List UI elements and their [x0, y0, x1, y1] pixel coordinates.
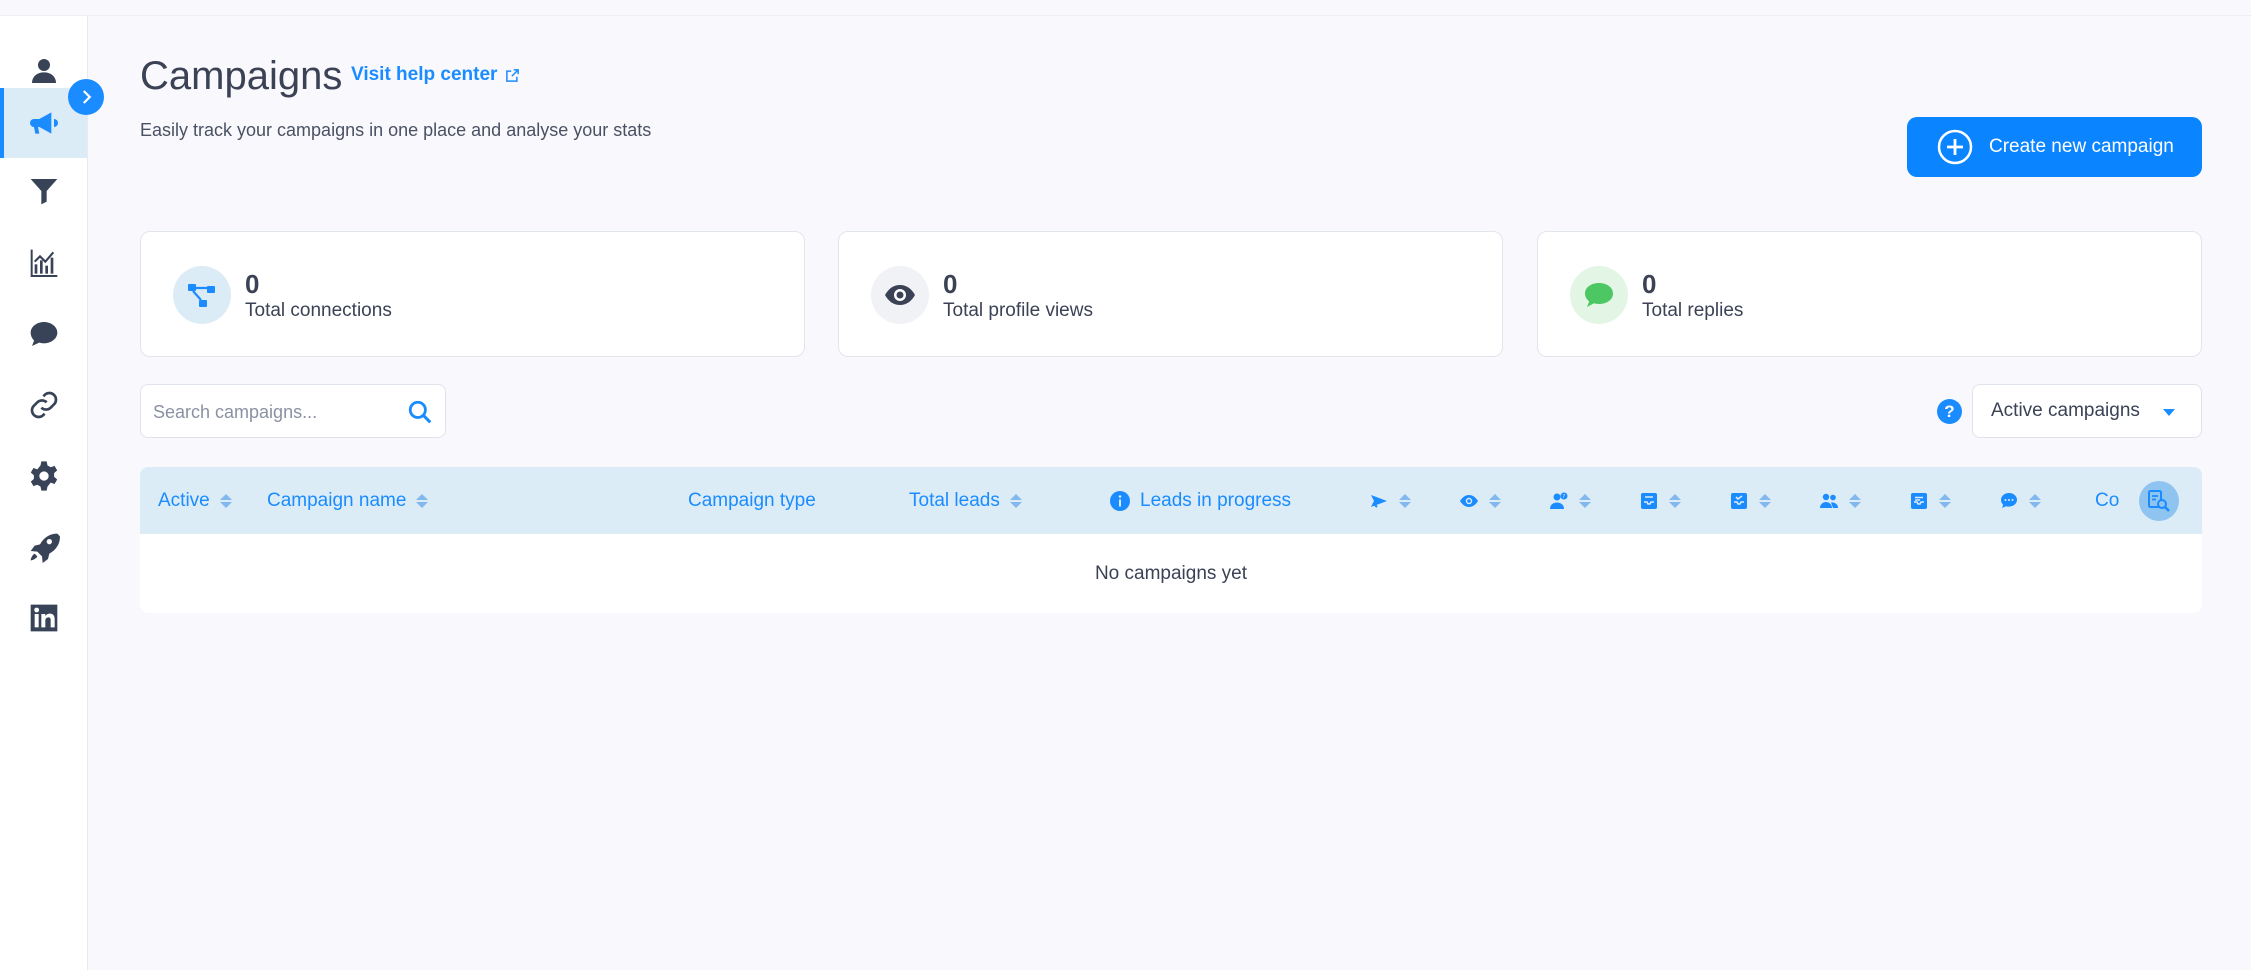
stat-icon-wrap: [1570, 266, 1628, 324]
svg-text:?: ?: [1562, 494, 1565, 500]
sidebar-item-linkedin[interactable]: [0, 583, 87, 653]
inbox-reply-icon: [1909, 491, 1929, 511]
send-icon: [1369, 491, 1389, 511]
speech-bubble-icon: [1585, 283, 1613, 307]
column-search-icon: [2148, 490, 2170, 512]
filter-icon: [30, 179, 57, 205]
chevron-right-icon: [82, 90, 92, 104]
table-empty-message: No campaigns yet: [1094, 562, 1248, 584]
column-label: Active: [158, 489, 210, 511]
users-icon: [1819, 491, 1839, 511]
column-label: Campaign name: [267, 489, 407, 511]
column-label: Leads in progress: [1140, 489, 1292, 511]
column-connections[interactable]: [1819, 467, 1861, 534]
sort-icon: [1009, 493, 1022, 508]
stat-icon-wrap: [173, 266, 231, 324]
sort-icon: [416, 493, 429, 508]
column-pending[interactable]: ?: [1549, 467, 1591, 534]
sidebar-item-messages[interactable]: [0, 299, 87, 369]
chat-icon: [1999, 491, 2019, 511]
linkedin-icon: [30, 604, 57, 632]
campaigns-table: Active Campaign name Campaign type Total…: [140, 467, 2202, 613]
sort-icon: [1579, 493, 1591, 508]
external-link-icon: [506, 68, 520, 82]
user-icon: [31, 59, 56, 83]
search-input[interactable]: [153, 397, 393, 427]
user-question-icon: ?: [1549, 491, 1569, 511]
column-label: Total leads: [909, 489, 1000, 511]
sort-icon: [1669, 493, 1681, 508]
column-sent[interactable]: [1369, 467, 1411, 534]
sort-icon: [2029, 493, 2041, 508]
search-icon[interactable]: [407, 399, 433, 425]
help-center-label: Visit help center: [351, 64, 498, 85]
sort-icon: [1849, 493, 1861, 508]
sidebar-expand-button[interactable]: [68, 79, 104, 115]
column-inbox-replies[interactable]: [1909, 467, 1951, 534]
table-header: Active Campaign name Campaign type Total…: [140, 467, 2202, 534]
page-subtitle: Easily track your campaigns in one place…: [140, 120, 652, 140]
page-title: Campaigns: [140, 54, 343, 98]
gear-icon: [30, 461, 57, 491]
sort-icon: [1399, 493, 1411, 508]
create-campaign-label: Create new campaign: [1989, 136, 2174, 157]
top-bar: [0, 0, 2251, 16]
column-replies[interactable]: [1999, 467, 2041, 534]
stat-card-profile-views: 0 Total profile views: [838, 231, 1503, 357]
column-truncated[interactable]: Co: [2095, 467, 2125, 534]
campaign-filter-value: Active campaigns: [1991, 400, 2140, 421]
sidebar-item-launch[interactable]: [0, 512, 87, 582]
stat-card-replies: 0 Total replies: [1537, 231, 2202, 357]
eye-icon: [1459, 491, 1479, 511]
stat-card-connections: 0 Total connections: [140, 231, 805, 357]
network-icon: [188, 284, 215, 307]
chat-icon: [30, 322, 57, 346]
column-views[interactable]: [1459, 467, 1501, 534]
link-icon: [30, 391, 57, 419]
column-campaign-name[interactable]: Campaign name: [267, 467, 429, 534]
search-box: [140, 384, 446, 438]
stat-value: 0: [1642, 269, 1657, 299]
create-campaign-button[interactable]: Create new campaign: [1907, 117, 2202, 177]
stat-label: Total replies: [1642, 300, 1744, 321]
stat-label: Total profile views: [943, 300, 1093, 321]
stat-value: 0: [245, 269, 260, 299]
column-inbox-accepted[interactable]: [1729, 467, 1771, 534]
column-total-leads[interactable]: Total leads: [909, 467, 1022, 534]
stat-icon-wrap: [871, 266, 929, 324]
inbox-check-icon: [1729, 491, 1749, 511]
megaphone-icon: [29, 112, 58, 134]
column-settings-button[interactable]: [2139, 481, 2179, 521]
sidebar-item-settings[interactable]: [0, 441, 87, 511]
column-active[interactable]: Active: [158, 467, 232, 534]
sidebar-item-filters[interactable]: [0, 156, 87, 226]
eye-icon: [885, 285, 915, 305]
plus-circle-icon: [1937, 129, 1973, 165]
campaign-filter-select[interactable]: Active campaigns: [1972, 384, 2202, 438]
sidebar-item-statistics[interactable]: [0, 228, 87, 298]
info-icon[interactable]: [1110, 490, 1130, 511]
rocket-icon: [30, 533, 60, 563]
inbox-icon: [1639, 491, 1659, 511]
help-center-link[interactable]: Visit help center: [351, 64, 520, 86]
filter-help-icon[interactable]: ?: [1937, 399, 1962, 424]
sort-icon: [219, 493, 232, 508]
chart-icon: [30, 249, 57, 277]
sort-icon: [1939, 493, 1951, 508]
stat-label: Total connections: [245, 300, 392, 321]
column-leads-in-progress[interactable]: Leads in progress: [1110, 467, 1291, 534]
chevron-down-icon: [2163, 409, 2175, 416]
sidebar: [0, 16, 88, 970]
stat-value: 0: [943, 269, 958, 299]
sidebar-item-links[interactable]: [0, 370, 87, 440]
column-campaign-type: Campaign type: [688, 467, 816, 534]
column-label: Campaign type: [688, 489, 816, 511]
column-inbox[interactable]: [1639, 467, 1681, 534]
sort-icon: [1759, 493, 1771, 508]
sort-icon: [1489, 493, 1501, 508]
